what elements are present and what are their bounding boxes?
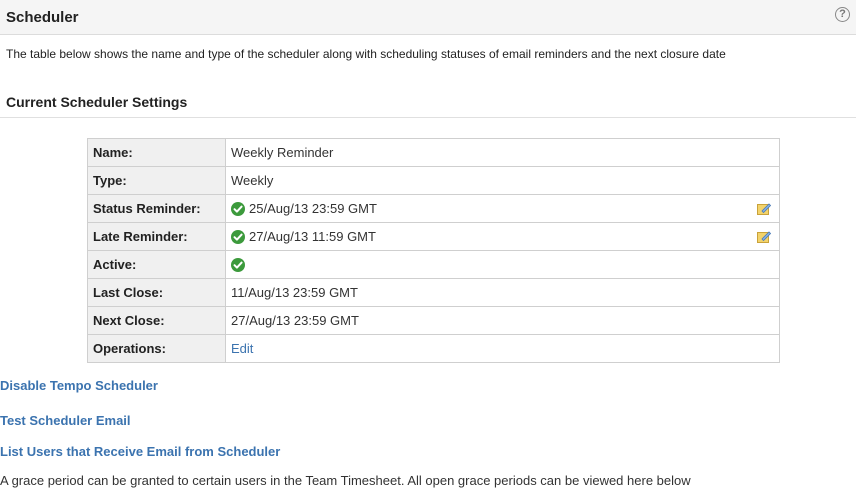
table-row: Operations: Edit — [87, 334, 780, 363]
type-value: Weekly — [225, 166, 780, 195]
operations-label: Operations: — [87, 334, 226, 363]
last-close-value: 11/Aug/13 23:59 GMT — [225, 278, 780, 307]
status-reminder-label: Status Reminder: — [87, 194, 226, 223]
table-row: Late Reminder: 27/Aug/13 11:59 GMT — [87, 222, 780, 251]
status-reminder-value: 25/Aug/13 23:59 GMT — [249, 200, 377, 216]
edit-link[interactable]: Edit — [231, 341, 253, 356]
edit-icon[interactable] — [757, 202, 772, 215]
table-row: Status Reminder: 25/Aug/13 23:59 GMT — [87, 194, 780, 223]
table-row: Last Close: 11/Aug/13 23:59 GMT — [87, 278, 780, 307]
section-title: Current Scheduler Settings — [6, 94, 188, 110]
check-icon — [231, 202, 245, 217]
page-title: Scheduler — [6, 9, 79, 26]
next-close-value: 27/Aug/13 23:59 GMT — [225, 306, 780, 335]
list-users-link[interactable]: List Users that Receive Email from Sched… — [0, 444, 280, 459]
check-icon — [231, 230, 245, 245]
status-reminder-cell: 25/Aug/13 23:59 GMT — [225, 194, 780, 223]
test-scheduler-email-link[interactable]: Test Scheduler Email — [0, 413, 131, 428]
page-description: The table below shows the name and type … — [6, 47, 726, 61]
disable-scheduler-link[interactable]: Disable Tempo Scheduler — [0, 378, 158, 393]
check-icon — [231, 258, 245, 273]
help-icon[interactable]: ? — [835, 7, 850, 22]
late-reminder-value: 27/Aug/13 11:59 GMT — [249, 228, 376, 244]
grace-period-text: A grace period can be granted to certain… — [0, 473, 691, 488]
scheduler-settings-table: Name: Weekly Reminder Type: Weekly Statu… — [87, 138, 780, 363]
last-close-label: Last Close: — [87, 278, 226, 307]
page-header: Scheduler ? — [0, 0, 856, 35]
active-label: Active: — [87, 250, 226, 279]
table-row: Type: Weekly — [87, 166, 780, 195]
section-divider — [0, 117, 856, 118]
late-reminder-label: Late Reminder: — [87, 222, 226, 251]
operations-cell: Edit — [225, 334, 780, 363]
table-row: Next Close: 27/Aug/13 23:59 GMT — [87, 306, 780, 335]
name-value: Weekly Reminder — [225, 138, 780, 167]
active-cell — [225, 250, 780, 279]
table-row: Active: — [87, 250, 780, 279]
name-label: Name: — [87, 138, 226, 167]
type-label: Type: — [87, 166, 226, 195]
edit-icon[interactable] — [757, 230, 772, 243]
next-close-label: Next Close: — [87, 306, 226, 335]
table-row: Name: Weekly Reminder — [87, 138, 780, 167]
late-reminder-cell: 27/Aug/13 11:59 GMT — [225, 222, 780, 251]
